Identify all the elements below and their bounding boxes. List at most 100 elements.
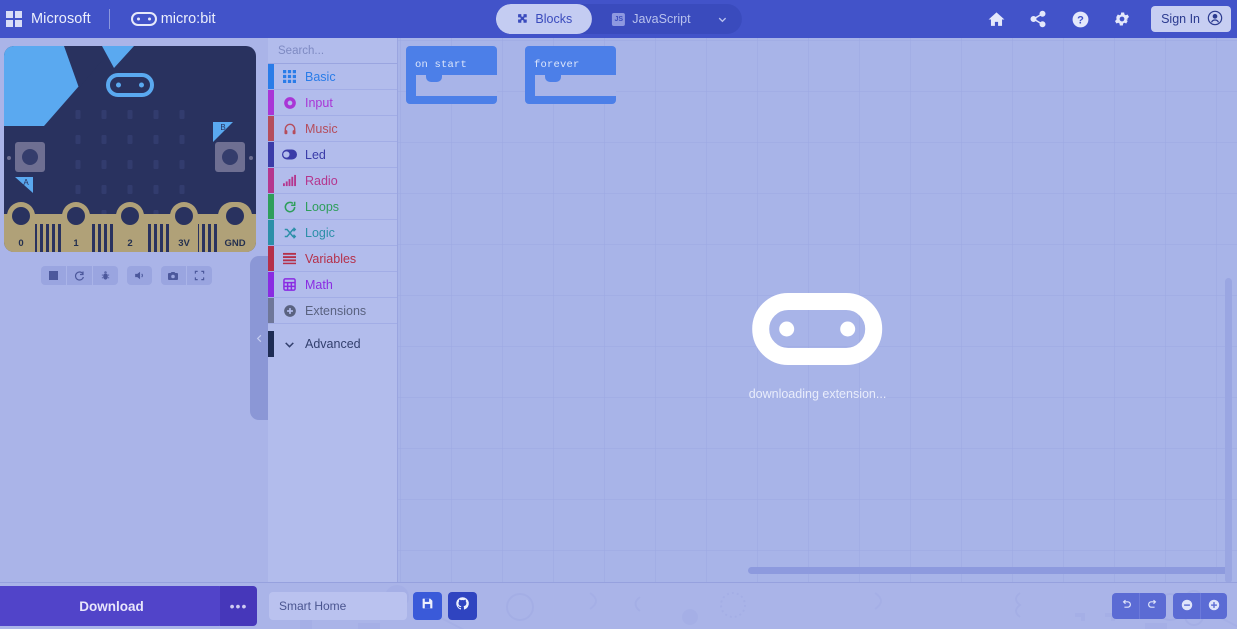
blocks-toolbox: Basic Input Music Led xyxy=(268,38,443,582)
sidebar-item-label: Radio xyxy=(305,173,338,188)
tab-blocks[interactable]: Blocks xyxy=(495,4,593,34)
microbit-label: micro:bit xyxy=(160,11,216,27)
toolbox-collapse-handle[interactable] xyxy=(250,256,268,420)
microbit-brand[interactable]: micro:bit xyxy=(130,11,216,27)
undo-arrow-icon xyxy=(1119,598,1132,614)
download-more-button[interactable]: ••• xyxy=(220,586,257,626)
editor-tabs: Blocks JS JavaScript xyxy=(495,4,742,34)
sidebar-item-extensions[interactable]: Extensions xyxy=(268,298,397,324)
block-label: on start xyxy=(415,59,468,71)
settings-gear-icon[interactable] xyxy=(1101,0,1143,38)
simulator-capture-group xyxy=(160,266,212,285)
project-name-input[interactable] xyxy=(279,599,397,613)
block-on-start[interactable]: on start xyxy=(406,46,497,104)
help-icon[interactable]: ? xyxy=(1059,0,1101,38)
sign-in-label: Sign In xyxy=(1161,12,1200,26)
grid-dots-icon xyxy=(282,69,297,84)
pin-3v[interactable]: 3V xyxy=(170,202,198,252)
board-button-b-label: B xyxy=(213,122,233,142)
simulator-panel: B A 0 1 2 3V GND xyxy=(0,38,268,582)
expand-icon[interactable] xyxy=(187,266,212,285)
makecode-editor: Microsoft micro:bit Blocks JS JavaScript xyxy=(0,0,1237,629)
sidebar-item-math[interactable]: Math xyxy=(268,272,397,298)
sidebar-item-advanced[interactable]: Advanced xyxy=(268,331,397,357)
board-logo-icon xyxy=(106,73,154,97)
simulator-run-group xyxy=(40,266,118,285)
sign-in-button[interactable]: Sign In xyxy=(1151,6,1231,32)
stop-square-icon[interactable] xyxy=(41,266,66,285)
chevron-down-icon xyxy=(282,337,297,352)
small-pins-group xyxy=(196,224,217,252)
microsoft-label: Microsoft xyxy=(31,11,91,27)
save-button[interactable] xyxy=(413,592,442,620)
sidebar-item-label: Logic xyxy=(305,225,335,240)
speaker-icon[interactable] xyxy=(127,266,152,285)
board-button-a[interactable] xyxy=(15,142,45,172)
camera-icon[interactable] xyxy=(161,266,186,285)
circle-target-icon xyxy=(282,95,297,110)
lines-list-icon xyxy=(282,251,297,266)
home-icon[interactable] xyxy=(975,0,1017,38)
vertical-scrollbar[interactable] xyxy=(1225,278,1232,582)
chevron-down-icon[interactable] xyxy=(711,4,742,34)
github-button[interactable] xyxy=(448,592,477,620)
sidebar-item-label: Loops xyxy=(305,199,340,214)
microbit-logo-icon xyxy=(130,12,157,26)
tab-blocks-label: Blocks xyxy=(535,12,573,26)
footer-right-controls xyxy=(1112,593,1227,619)
svg-text:B: B xyxy=(220,123,225,132)
header-actions: ? Sign In xyxy=(975,0,1237,38)
chevron-left-icon xyxy=(256,334,261,342)
undo-button[interactable] xyxy=(1112,593,1139,619)
sidebar-item-label: Input xyxy=(305,95,333,110)
board-pad-left xyxy=(7,156,11,160)
zoom-out-button[interactable] xyxy=(1173,593,1200,619)
sidebar-item-basic[interactable]: Basic xyxy=(268,64,397,90)
board-button-a-label: A xyxy=(15,177,33,193)
redo-button[interactable] xyxy=(1139,593,1166,619)
zoom-out-minus-icon xyxy=(1180,598,1194,615)
bug-icon[interactable] xyxy=(93,266,118,285)
undo-redo-group xyxy=(1112,593,1166,619)
sidebar-item-label: Math xyxy=(305,277,333,292)
js-icon: JS xyxy=(612,12,626,26)
pin-1[interactable]: 1 xyxy=(62,202,90,252)
loop-arrow-icon xyxy=(282,199,297,214)
sidebar-item-variables[interactable]: Variables xyxy=(268,246,397,272)
app-header: Microsoft micro:bit Blocks JS JavaScript xyxy=(0,0,1237,38)
blocks-workspace[interactable]: on start forever downloading extension..… xyxy=(398,38,1237,582)
zoom-in-plus-icon xyxy=(1207,598,1221,615)
sidebar-item-led[interactable]: Led xyxy=(268,142,397,168)
shuffle-icon xyxy=(282,225,297,240)
project-name-field[interactable] xyxy=(269,592,407,620)
block-forever[interactable]: forever xyxy=(525,46,616,104)
app-footer: Download ••• xyxy=(0,582,1237,629)
restart-refresh-icon[interactable] xyxy=(67,266,92,285)
horizontal-scrollbar[interactable] xyxy=(748,567,1230,574)
pin-0[interactable]: 0 xyxy=(7,202,35,252)
user-avatar-icon xyxy=(1207,10,1223,29)
tab-javascript[interactable]: JS JavaScript xyxy=(592,4,710,34)
sidebar-item-label: Extensions xyxy=(305,303,367,318)
download-label: Download xyxy=(79,598,144,614)
microbit-logo-icon xyxy=(752,293,883,365)
block-label: forever xyxy=(534,59,580,71)
signal-bars-icon xyxy=(282,173,297,188)
sidebar-item-input[interactable]: Input xyxy=(268,90,397,116)
microsoft-squares-icon xyxy=(6,11,22,27)
pin-gnd[interactable]: GND xyxy=(218,202,252,252)
download-button[interactable]: Download xyxy=(0,586,223,626)
sidebar-item-logic[interactable]: Logic xyxy=(268,220,397,246)
tab-javascript-label: JavaScript xyxy=(632,12,691,26)
sidebar-item-radio[interactable]: Radio xyxy=(268,168,397,194)
plus-circle-icon xyxy=(282,303,297,318)
sidebar-item-music[interactable]: Music xyxy=(268,116,397,142)
svg-text:?: ? xyxy=(1077,14,1084,26)
blocks-puzzle-icon xyxy=(515,13,528,26)
sidebar-item-loops[interactable]: Loops xyxy=(268,194,397,220)
zoom-in-button[interactable] xyxy=(1200,593,1227,619)
microbit-board-svg[interactable]: B A 0 1 2 3V GND xyxy=(4,46,256,252)
board-button-b[interactable] xyxy=(215,142,245,172)
pin-2[interactable]: 2 xyxy=(116,202,144,252)
share-icon[interactable] xyxy=(1017,0,1059,38)
